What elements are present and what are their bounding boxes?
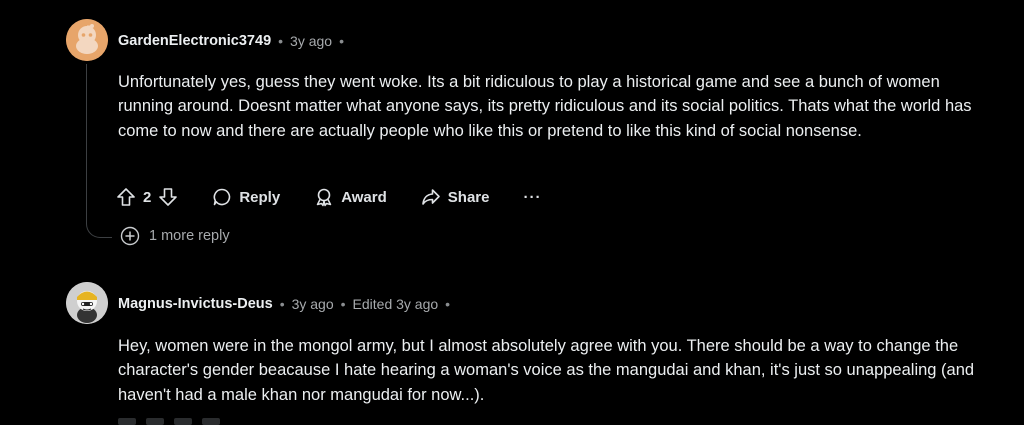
more-replies-button[interactable]: 1 more reply	[120, 226, 230, 246]
comment-actions: 2 Reply Award Share ···	[116, 182, 575, 212]
plus-circle-icon	[120, 226, 140, 246]
upvote-icon[interactable]	[116, 187, 136, 207]
reply-button[interactable]: Reply	[212, 187, 280, 207]
award-label: Award	[341, 188, 387, 206]
more-options-icon: ···	[523, 188, 542, 206]
comment-text: Hey, women were in the mongol army, but …	[118, 337, 975, 404]
cut-off-icon	[146, 418, 164, 425]
reply-label: Reply	[239, 188, 281, 206]
share-button[interactable]: Share	[421, 187, 490, 207]
comment-body: Unfortunately yes, guess they went woke.…	[118, 70, 998, 143]
comment-text: Unfortunately yes, guess they went woke.…	[118, 73, 972, 140]
downvote-icon[interactable]	[158, 187, 178, 207]
vote-group: 2	[116, 187, 178, 207]
timestamp[interactable]: 3y ago	[290, 33, 332, 49]
separator-dot: •	[279, 296, 285, 312]
share-label: Share	[447, 188, 490, 206]
username[interactable]: GardenElectronic3749	[118, 33, 271, 49]
share-icon	[421, 189, 440, 205]
vote-count: 2	[143, 188, 152, 206]
more-options-button[interactable]: ···	[523, 189, 541, 206]
cut-off-icon	[174, 418, 192, 425]
separator-dot: •	[278, 33, 284, 49]
snoo-avatar-icon	[66, 282, 108, 324]
username[interactable]: Magnus-Invictus-Deus	[118, 296, 273, 312]
avatar[interactable]	[66, 19, 108, 61]
edited-label: Edited 3y ago	[352, 296, 439, 312]
thread-connector	[86, 222, 112, 238]
thread-line[interactable]	[86, 64, 87, 222]
comment-meta: Magnus-Invictus-Deus • 3y ago • Edited 3…	[118, 296, 457, 312]
separator-dot: •	[339, 33, 344, 49]
separator-dot: •	[445, 296, 451, 312]
comment-body: Hey, women were in the mongol army, but …	[118, 334, 998, 407]
award-button[interactable]: Award	[314, 187, 387, 207]
more-replies-label: 1 more reply	[149, 228, 230, 244]
avatar[interactable]	[66, 282, 108, 324]
timestamp[interactable]: 3y ago	[292, 296, 334, 312]
comment-meta: GardenElectronic3749 • 3y ago •	[118, 33, 351, 49]
separator-dot: •	[340, 296, 346, 312]
cut-off-actions	[118, 418, 338, 425]
cut-off-icon	[118, 418, 136, 425]
cut-off-icon	[202, 418, 220, 425]
snoo-avatar-icon	[66, 19, 108, 61]
comment-bubble-icon	[213, 188, 231, 206]
award-icon	[316, 188, 332, 207]
